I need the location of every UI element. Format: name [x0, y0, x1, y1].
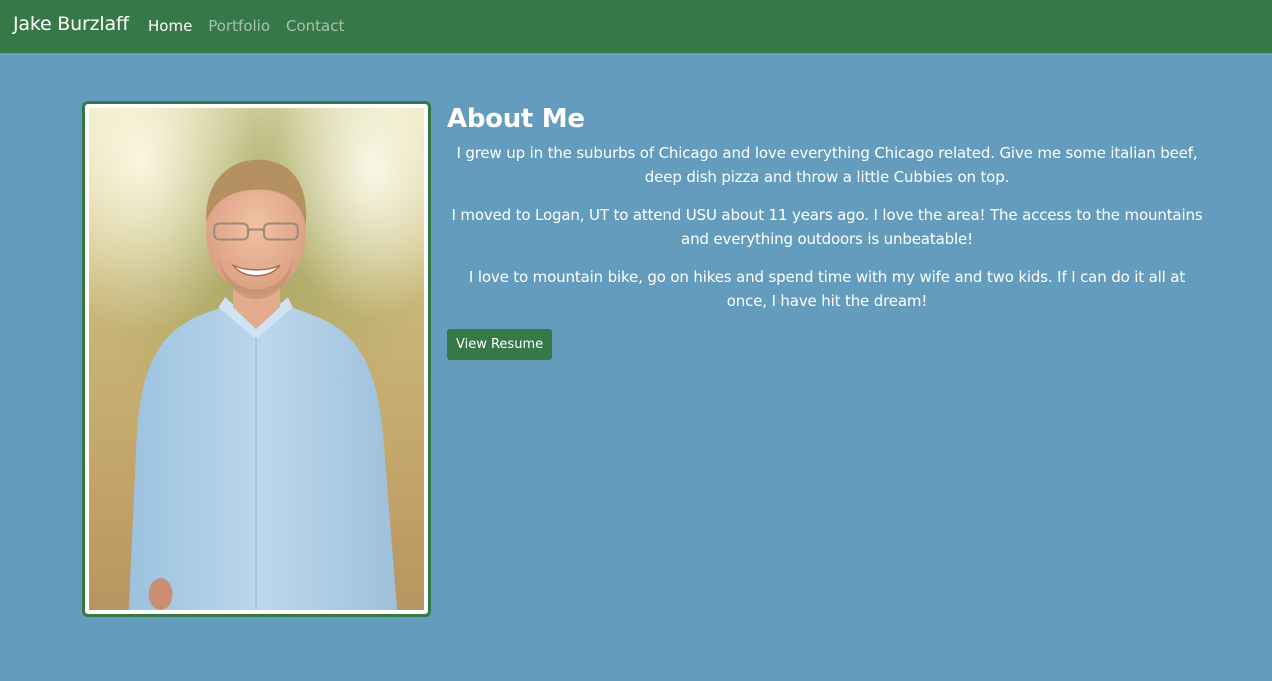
about-heading: About Me: [447, 104, 585, 134]
profile-photo: [89, 108, 424, 610]
nav-link-home[interactable]: Home: [148, 16, 192, 36]
nav-link-contact[interactable]: Contact: [286, 16, 344, 36]
nav-link-portfolio[interactable]: Portfolio: [208, 16, 270, 36]
profile-photo-frame: [82, 101, 431, 617]
about-paragraph: I moved to Logan, UT to attend USU about…: [451, 206, 1203, 248]
about-paragraph: I grew up in the suburbs of Chicago and …: [456, 144, 1198, 186]
about-section: About Me I grew up in the suburbs of Chi…: [447, 101, 1207, 360]
brand-link[interactable]: Jake Burzlaff: [13, 13, 129, 35]
top-navbar: Jake Burzlaff Home Portfolio Contact: [0, 0, 1272, 53]
nav-links: Home Portfolio Contact: [148, 16, 360, 36]
view-resume-button[interactable]: View Resume: [447, 329, 553, 360]
about-paragraph: I love to mountain bike, go on hikes and…: [468, 268, 1186, 310]
